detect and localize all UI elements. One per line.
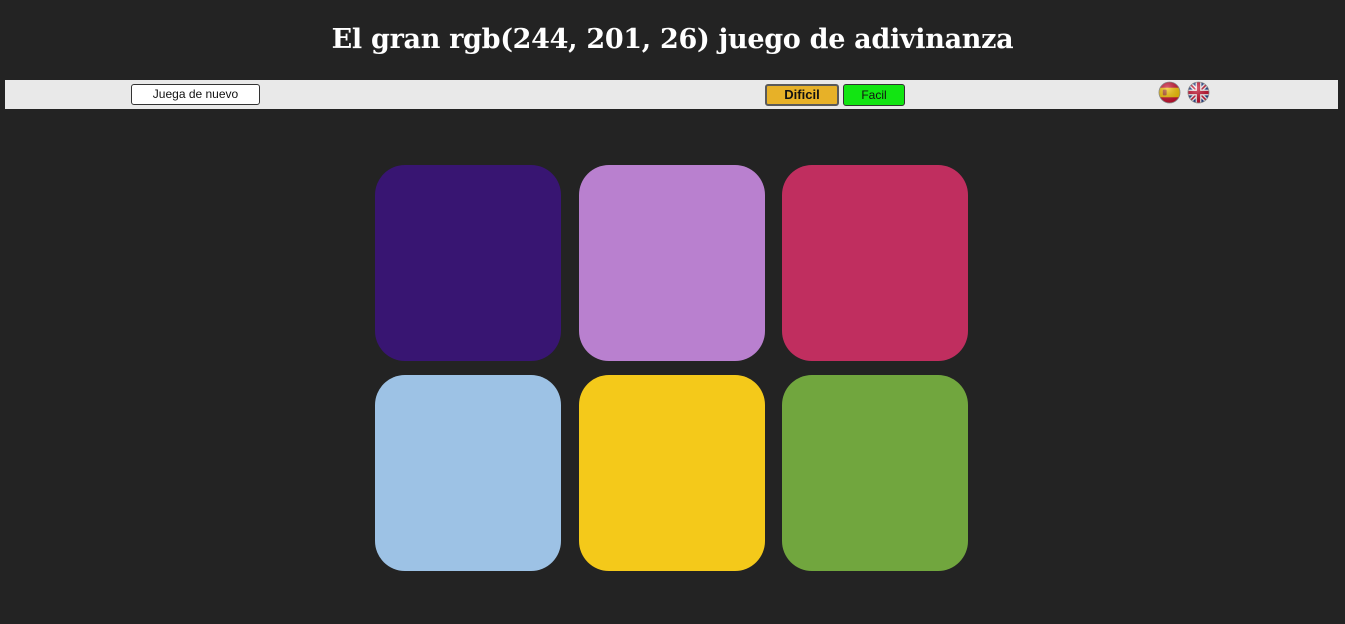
easy-mode-button[interactable]: Facil (843, 84, 905, 106)
hard-mode-button[interactable]: Dificil (765, 84, 839, 106)
uk-flag-icon[interactable] (1187, 81, 1210, 104)
page-title: El gran rgb(244, 201, 26) juego de adivi… (331, 24, 1014, 55)
color-grid (375, 165, 969, 572)
color-square[interactable] (579, 165, 765, 361)
play-again-button[interactable]: Juega de nuevo (131, 84, 260, 105)
toolbar: Juega de nuevo Dificil Facil (5, 80, 1338, 109)
color-square[interactable] (579, 375, 765, 571)
color-square[interactable] (375, 375, 561, 571)
color-square[interactable] (782, 375, 968, 571)
spanish-flag-icon[interactable] (1158, 81, 1181, 104)
color-square[interactable] (375, 165, 561, 361)
color-square[interactable] (782, 165, 968, 361)
